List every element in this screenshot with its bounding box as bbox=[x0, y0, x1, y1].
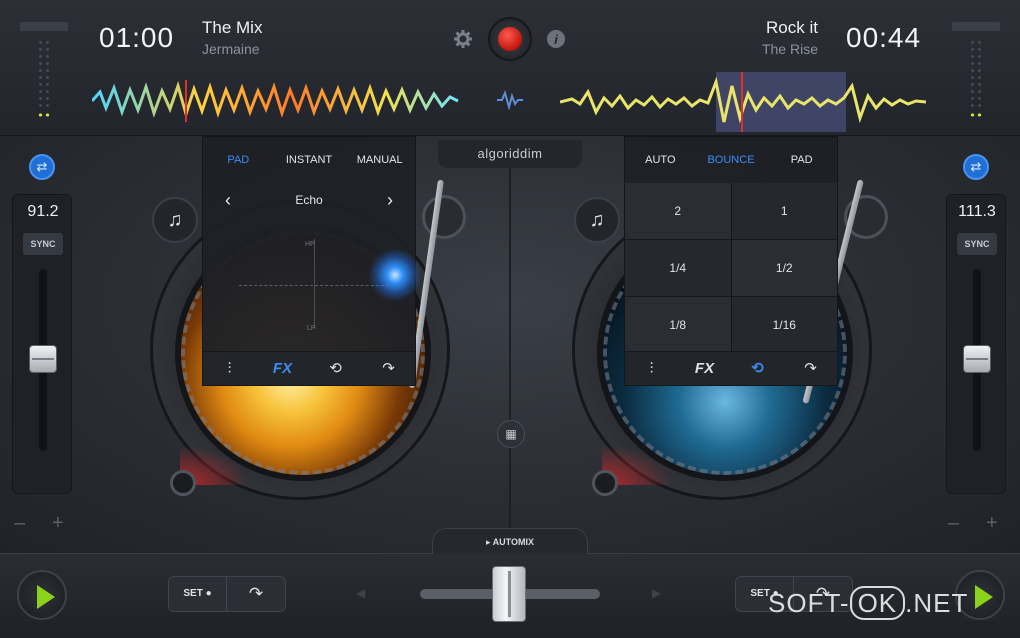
crossfader-right-arrow-icon[interactable]: ▶ bbox=[652, 586, 661, 600]
loop-icon[interactable]: ⟲ bbox=[731, 352, 784, 385]
left-bpm-value: 91.2 bbox=[27, 203, 59, 220]
left-cue-set-group: SET ● ↷ bbox=[168, 576, 286, 612]
right-cue-button[interactable] bbox=[592, 470, 618, 496]
record-button[interactable] bbox=[488, 17, 532, 61]
jump-icon[interactable]: ↷ bbox=[784, 352, 837, 385]
right-library-music-icon[interactable]: ♫ bbox=[574, 197, 620, 243]
fx-icon[interactable]: FX bbox=[678, 352, 731, 385]
loop-cell-1-2[interactable]: 1/2 bbox=[731, 240, 837, 296]
left-play-button[interactable] bbox=[17, 570, 67, 620]
loop-cell-1-16[interactable]: 1/16 bbox=[731, 297, 837, 353]
grid-icon[interactable]: ▦ bbox=[497, 420, 525, 448]
left-pitch-plus[interactable]: + bbox=[52, 512, 64, 535]
deck-divider bbox=[509, 150, 511, 550]
eq-icon[interactable]: ⫶ bbox=[625, 352, 678, 385]
right-pitch-plus[interactable]: + bbox=[986, 512, 998, 535]
right-waveform[interactable] bbox=[560, 72, 926, 132]
right-deck-time: 00:44 bbox=[846, 22, 922, 53]
automix-play-icon: ▸ bbox=[485, 537, 493, 547]
fx-pad-cursor[interactable] bbox=[369, 249, 421, 301]
right-pitch-slider[interactable] bbox=[963, 345, 991, 373]
left-waveform[interactable] bbox=[92, 78, 460, 124]
right-sync-lock-icon[interactable]: ⇄ bbox=[963, 154, 989, 180]
fx-panel: PAD INSTANT MANUAL ‹ Echo › HP LP ⫶ FX ⟲… bbox=[202, 136, 421, 386]
loop-cell-1[interactable]: 1 bbox=[731, 183, 837, 239]
automix-button[interactable]: ▸ AUTOMIX bbox=[432, 528, 588, 554]
right-level-meter bbox=[952, 22, 1000, 120]
loop-grid: 2 1 1/4 1/2 1/8 1/16 bbox=[625, 183, 837, 353]
right-bpm-panel: 111.3 SYNC bbox=[946, 194, 1006, 494]
loop-panel: AUTO BOUNCE PAD 2 1 1/4 1/2 1/8 1/16 ⫶ F… bbox=[624, 136, 838, 386]
left-track-title: The Mix bbox=[202, 18, 263, 37]
left-set-cue-button[interactable]: SET ● bbox=[169, 577, 227, 611]
tab-instant[interactable]: INSTANT bbox=[274, 137, 345, 183]
gear-icon[interactable] bbox=[453, 29, 473, 49]
fx-axis-top-label: HP bbox=[305, 241, 315, 248]
right-track-title: Rock it bbox=[766, 18, 818, 37]
fx-prev-button[interactable]: ‹ bbox=[225, 190, 231, 211]
play-icon bbox=[975, 585, 993, 609]
fx-xy-pad[interactable]: HP LP bbox=[239, 229, 421, 339]
left-sync-button[interactable]: SYNC bbox=[23, 233, 63, 255]
right-meter-cap bbox=[952, 22, 1000, 31]
watermark: SOFT- OK .NET bbox=[768, 586, 969, 620]
record-icon bbox=[498, 27, 522, 51]
fx-pad-y-axis bbox=[314, 239, 315, 329]
watermark-ok: OK bbox=[849, 586, 906, 620]
left-cue-jump-icon[interactable]: ↷ bbox=[227, 577, 285, 611]
brand-logo: algoriddim bbox=[438, 140, 582, 168]
tab-manual[interactable]: MANUAL bbox=[344, 137, 415, 183]
right-track-artist: The Rise bbox=[761, 41, 818, 57]
play-icon bbox=[37, 585, 55, 609]
fx-effect-name: Echo bbox=[295, 193, 323, 207]
right-pitch-minus[interactable]: – bbox=[948, 512, 959, 535]
fx-icon[interactable]: FX bbox=[256, 352, 309, 385]
jump-icon[interactable]: ↷ bbox=[362, 352, 415, 385]
crossfader-knob[interactable] bbox=[492, 566, 526, 622]
right-set-label: SET bbox=[750, 588, 770, 599]
left-deck-controls: ⇄ 91.2 SYNC bbox=[12, 150, 72, 495]
info-icon[interactable]: i bbox=[547, 30, 565, 48]
tab-auto[interactable]: AUTO bbox=[625, 137, 696, 183]
left-level-meter bbox=[20, 22, 68, 120]
right-meter-dots bbox=[969, 39, 983, 109]
left-deck-time: 01:00 bbox=[99, 22, 175, 53]
left-track-artist: Jermaine bbox=[202, 41, 260, 57]
eq-icon[interactable]: ⫶ bbox=[203, 352, 256, 385]
loop-cell-1-4[interactable]: 1/4 bbox=[625, 240, 731, 296]
tab-bounce[interactable]: BOUNCE bbox=[696, 137, 767, 183]
right-deck-controls: ⇄ 111.3 SYNC bbox=[946, 150, 1006, 495]
watermark-post: .NET bbox=[905, 588, 969, 618]
left-bpm-panel: 91.2 SYNC bbox=[12, 194, 72, 494]
fx-panel-footer: ⫶ FX ⟲ ↷ bbox=[203, 351, 415, 385]
loop-panel-footer: ⫶ FX ⟲ ↷ bbox=[625, 351, 837, 385]
loop-icon[interactable]: ⟲ bbox=[309, 352, 362, 385]
left-tonearm-base bbox=[422, 195, 466, 239]
tab-pad[interactable]: PAD bbox=[203, 137, 274, 183]
crossfader-left-arrow-icon[interactable]: ◀ bbox=[356, 586, 365, 600]
fx-axis-bottom-label: LP bbox=[307, 325, 316, 332]
right-sync-button[interactable]: SYNC bbox=[957, 233, 997, 255]
tab-loop-pad[interactable]: PAD bbox=[766, 137, 837, 183]
fx-selector: ‹ Echo › bbox=[203, 183, 415, 217]
loop-cell-1-8[interactable]: 1/8 bbox=[625, 297, 731, 353]
loop-tabs: AUTO BOUNCE PAD bbox=[625, 137, 837, 183]
left-pitch-slider[interactable] bbox=[29, 345, 57, 373]
left-pitch-minus[interactable]: – bbox=[14, 512, 25, 535]
left-sync-lock-icon[interactable]: ⇄ bbox=[29, 154, 55, 180]
waveform-toggle-icon[interactable] bbox=[496, 90, 524, 110]
right-meter-lit bbox=[969, 112, 983, 118]
right-bpm-value: 111.3 bbox=[958, 203, 996, 220]
left-cue-button[interactable] bbox=[170, 470, 196, 496]
fx-tabs: PAD INSTANT MANUAL bbox=[203, 137, 415, 183]
left-library-music-icon[interactable]: ♫ bbox=[152, 197, 198, 243]
left-meter-cap bbox=[20, 22, 68, 31]
fx-next-button[interactable]: › bbox=[387, 190, 393, 211]
left-meter-lit bbox=[37, 112, 51, 118]
watermark-pre: SOFT- bbox=[768, 588, 850, 618]
left-meter-dots bbox=[37, 39, 51, 109]
left-set-label: SET bbox=[183, 588, 203, 599]
automix-label: AUTOMIX bbox=[492, 537, 535, 547]
loop-cell-2[interactable]: 2 bbox=[625, 183, 731, 239]
